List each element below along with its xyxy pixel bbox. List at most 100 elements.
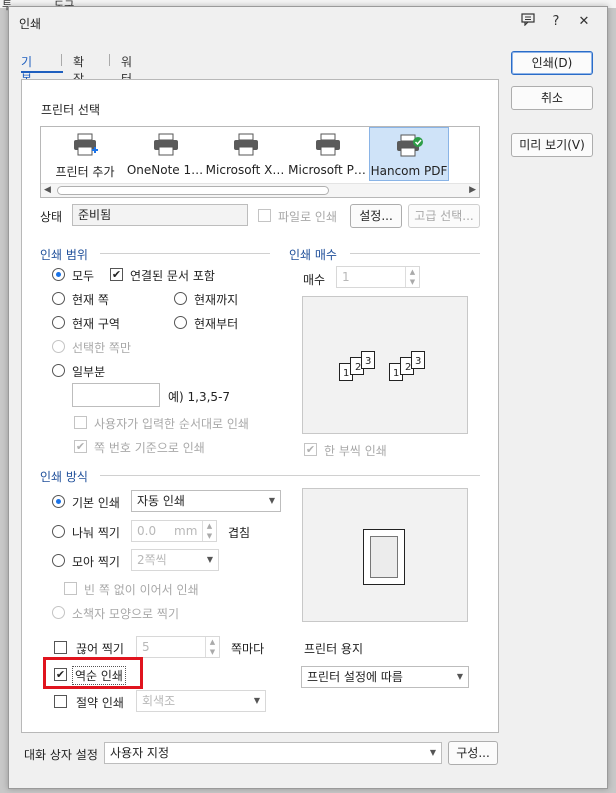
copies-input[interactable]: 1 ▲ ▼: [336, 266, 420, 288]
cut-print-label: 끊어 찍기: [76, 642, 124, 656]
booklet-label: 소책자 모양으로 찍기: [72, 607, 179, 621]
scroll-right-icon[interactable]: ▶: [469, 184, 476, 197]
chat-icon[interactable]: [519, 13, 537, 31]
split-input[interactable]: 0.0 mm ▲ ▼: [131, 520, 217, 542]
range-from-current-radio[interactable]: [174, 316, 187, 329]
range-current-section-radio[interactable]: [52, 316, 65, 329]
range-current-page-label: 현재 쪽: [72, 293, 109, 307]
copies-heading: 인쇄 매수: [289, 248, 337, 262]
range-pages-input[interactable]: [72, 383, 160, 407]
copies-value: 1: [342, 270, 350, 284]
chevron-down-icon: ▼: [429, 748, 436, 757]
chevron-down-icon: ▼: [206, 555, 213, 564]
copies-preview: 1 2 3 1 2 3: [302, 296, 468, 434]
printer-item[interactable]: Microsoft P…: [287, 127, 367, 181]
range-all-radio[interactable]: [52, 268, 65, 281]
basic-print-label: 기본 인쇄: [72, 496, 120, 510]
print-method-heading: 인쇄 방식: [40, 470, 88, 484]
user-order-checkbox[interactable]: [74, 416, 87, 429]
file-print-checkbox[interactable]: [258, 209, 271, 222]
save-mode-dropdown[interactable]: 회색조 ▼: [136, 690, 266, 712]
basic-print-mode-dropdown[interactable]: 자동 인쇄 ▼: [131, 490, 281, 512]
save-print-label: 절약 인쇄: [76, 696, 124, 710]
cancel-button[interactable]: 취소: [511, 86, 593, 110]
range-some-radio[interactable]: [52, 364, 65, 377]
annotation-highlight: [43, 657, 143, 689]
collect-print-label: 모아 찍기: [72, 555, 120, 569]
include-linked-checkbox[interactable]: ✔: [110, 268, 123, 281]
printer-name: Microsoft P…: [288, 163, 366, 177]
printer-item[interactable]: 프린터 추가: [45, 127, 125, 181]
scroll-left-icon[interactable]: ◀: [44, 184, 51, 197]
range-to-current-radio[interactable]: [174, 292, 187, 305]
settings-button[interactable]: 설정...: [350, 204, 402, 228]
user-order-label: 사용자가 입력한 순서대로 인쇄: [94, 417, 249, 431]
method-preview: [302, 488, 468, 622]
printer-ready-icon: [396, 134, 424, 161]
range-selected-radio[interactable]: [52, 340, 65, 353]
range-from-current-label: 현재부터: [194, 317, 239, 331]
add-printer-icon: [73, 133, 99, 160]
printer-item-selected[interactable]: Hancom PDF: [369, 127, 449, 181]
preview-button[interactable]: 미리 보기(V): [511, 133, 593, 157]
printer-icon: [315, 133, 341, 160]
copies-label: 매수: [303, 273, 326, 287]
cut-print-checkbox[interactable]: [54, 641, 67, 654]
printer-name: Hancom PDF: [370, 164, 448, 178]
page-number-label: 쪽 번호 기준으로 인쇄: [94, 441, 205, 455]
printer-name: 프린터 추가: [55, 165, 115, 179]
split-spinner[interactable]: ▲ ▼: [202, 521, 216, 541]
printer-item[interactable]: Microsoft X…: [205, 127, 285, 181]
collate-label: 한 부씩 인쇄: [324, 444, 387, 458]
printer-icon: [233, 133, 259, 160]
help-icon[interactable]: ?: [547, 13, 565, 31]
printer-name: OneNote 1…: [126, 163, 204, 177]
collate-checkbox[interactable]: ✔: [304, 443, 317, 456]
dialog-settings-label: 대화 상자 설정: [24, 748, 98, 762]
range-some-label: 일부분: [72, 365, 106, 379]
paper-dropdown[interactable]: 프린터 설정에 따름 ▼: [301, 666, 469, 688]
configure-button[interactable]: 구성...: [448, 741, 498, 765]
save-print-checkbox[interactable]: [54, 695, 67, 708]
split-print-radio[interactable]: [52, 525, 65, 538]
split-print-label: 나눠 찍기: [72, 526, 120, 540]
chevron-down-icon: ▼: [253, 696, 260, 705]
scrollbar-thumb[interactable]: [57, 186, 329, 195]
collect-dropdown[interactable]: 2쪽씩 ▼: [131, 549, 219, 571]
collect-print-radio[interactable]: [52, 554, 65, 567]
overlap-label: 겹침: [228, 526, 251, 540]
paper-heading: 프린터 용지: [304, 642, 364, 656]
printer-icon: [153, 133, 179, 160]
range-current-page-radio[interactable]: [52, 292, 65, 305]
print-range-heading: 인쇄 범위: [40, 248, 88, 262]
booklet-radio[interactable]: [52, 606, 65, 619]
printer-item[interactable]: OneNote 1…: [125, 127, 205, 181]
printer-name: Microsoft X…: [205, 163, 285, 177]
title-bar: 인쇄 ? ✕: [9, 7, 607, 37]
printer-list[interactable]: 프린터 추가 OneNote 1… Microsoft X… Microsoft…: [40, 126, 480, 198]
range-to-current-label: 현재까지: [194, 293, 239, 307]
status-value: 준비됨: [72, 204, 248, 226]
print-button[interactable]: 인쇄(D): [511, 51, 593, 75]
range-selected-label: 선택한 쪽만: [72, 341, 132, 355]
cut-spinner[interactable]: ▲ ▼: [205, 637, 219, 657]
page-number-checkbox[interactable]: ✔: [74, 440, 87, 453]
close-icon[interactable]: ✕: [575, 13, 593, 31]
window-title: 인쇄: [19, 17, 42, 31]
dialog-settings-dropdown[interactable]: 사용자 지정 ▼: [104, 742, 442, 764]
active-tab-indicator: [21, 71, 63, 73]
chevron-down-icon: ▼: [456, 672, 463, 681]
printer-scrollbar[interactable]: ◀ ▶: [41, 183, 479, 197]
no-blank-checkbox[interactable]: [64, 582, 77, 595]
range-all-label: 모두: [72, 269, 95, 283]
advanced-button[interactable]: 고급 선택...: [408, 204, 480, 228]
cut-unit-label: 쪽마다: [231, 642, 265, 656]
chevron-down-icon: ▼: [268, 496, 275, 505]
printer-select-heading: 프린터 선택: [41, 103, 101, 117]
status-label: 상태: [40, 210, 63, 224]
basic-print-radio[interactable]: [52, 495, 65, 508]
cut-input[interactable]: 5 ▲ ▼: [136, 636, 220, 658]
no-blank-label: 빈 쪽 없이 이어서 인쇄: [84, 583, 199, 597]
copies-spinner[interactable]: ▲ ▼: [405, 267, 419, 287]
include-linked-label: 연결된 문서 포함: [130, 269, 215, 283]
